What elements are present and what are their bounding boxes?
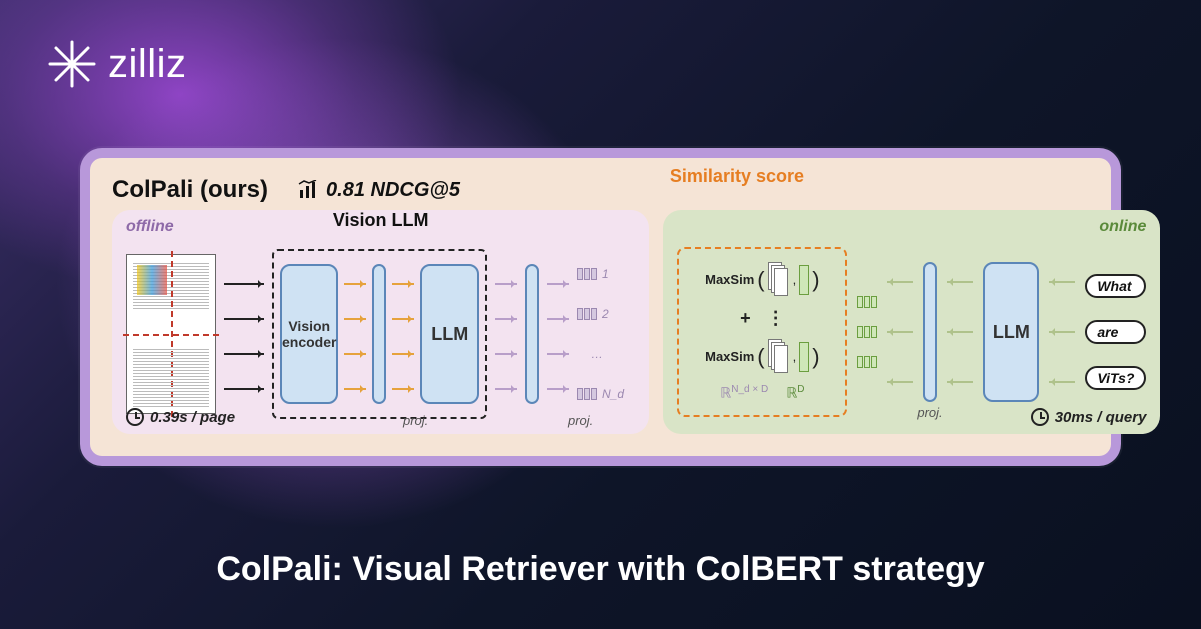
offline-timing-text: 0.39s / page (150, 409, 235, 426)
llm-to-proj-arrows (947, 272, 973, 392)
diagram-header: ColPali (ours) 0.81 NDCG@5 (112, 176, 1089, 204)
brand-logo: zilliz (48, 40, 187, 88)
out-vec-n: N_d (577, 387, 632, 401)
offline-panel: offline Vision LLM Vision encoder (112, 210, 649, 434)
query-token-3: ViTs? (1085, 366, 1146, 390)
online-timing: 30ms / query (1031, 408, 1147, 426)
document-thumbnail (126, 254, 216, 414)
query-token-2: are (1085, 320, 1146, 344)
metric-badge: 0.81 NDCG@5 (298, 179, 460, 202)
online-panel: online MaxSim ( , ) +⋮ MaxSim ( (663, 210, 1160, 434)
out-vec-ellipsis: … (577, 347, 632, 361)
vision-encoder-block: Vision encoder (280, 264, 338, 404)
query-to-llm-arrows (1049, 272, 1075, 392)
dimension-labels: ℝN_d × D ℝD (720, 384, 804, 402)
vision-llm-label: Vision LLM (333, 210, 429, 231)
doc-vec-stack-icon (768, 262, 790, 298)
proj-label-online: proj. (917, 405, 942, 420)
out-vec-2: 2 (577, 307, 632, 321)
proj-to-llm-arrows (392, 254, 414, 414)
clock-icon (126, 408, 144, 426)
panels-row: offline Vision LLM Vision encoder (112, 210, 1089, 434)
brand-name: zilliz (108, 42, 187, 87)
offline-tag: offline (126, 218, 174, 236)
llm-to-proj2-arrows (495, 254, 517, 414)
diagram-title: ColPali (ours) (112, 176, 268, 204)
similarity-score-label: Similarity score (670, 166, 804, 187)
online-flow: MaxSim ( , ) +⋮ MaxSim ( , ) (677, 242, 1146, 422)
proj-bar-online (923, 262, 937, 402)
offline-flow: Vision encoder LLM (126, 244, 635, 424)
query-vectors-col (857, 296, 877, 368)
maxsim-row-2: MaxSim ( , ) (705, 339, 819, 375)
online-timing-text: 30ms / query (1055, 409, 1147, 426)
vision-llm-box: Vision encoder LLM (272, 249, 487, 419)
metric-value: 0.81 NDCG@5 (326, 179, 460, 202)
proj-bar-1 (372, 264, 386, 404)
query-token-1: What (1085, 274, 1146, 298)
query-vec-icon (799, 265, 809, 295)
similarity-box: MaxSim ( , ) +⋮ MaxSim ( , ) (677, 247, 847, 417)
proj-label-2: proj. (568, 413, 593, 428)
proj-to-out-arrows (547, 254, 569, 414)
proj-to-sim-arrows (887, 272, 913, 392)
figure-caption: ColPali: Visual Retriever with ColBERT s… (0, 550, 1201, 589)
query-vec-icon (799, 342, 809, 372)
plus-row: +⋮ (740, 308, 785, 329)
clock-icon (1031, 408, 1049, 426)
offline-timing: 0.39s / page (126, 408, 235, 426)
output-vectors: 1 2 … N_d (577, 254, 632, 414)
proj-bar-2 (525, 264, 539, 404)
bar-chart-icon (298, 180, 318, 200)
llm-block-online: LLM (983, 262, 1039, 402)
encoder-to-proj-arrows (344, 254, 366, 414)
online-tag: online (1099, 218, 1146, 236)
starburst-icon (48, 40, 96, 88)
out-vec-1: 1 (577, 267, 632, 281)
patch-arrows (224, 254, 264, 414)
maxsim-row-1: MaxSim ( , ) (705, 262, 819, 298)
doc-vec-stack-icon (768, 339, 790, 375)
proj-label-1: proj. (403, 413, 428, 428)
diagram-card: ColPali (ours) 0.81 NDCG@5 Similarity sc… (80, 148, 1121, 466)
llm-block-offline: LLM (420, 264, 479, 404)
query-tokens: What are ViTs? (1085, 274, 1146, 390)
